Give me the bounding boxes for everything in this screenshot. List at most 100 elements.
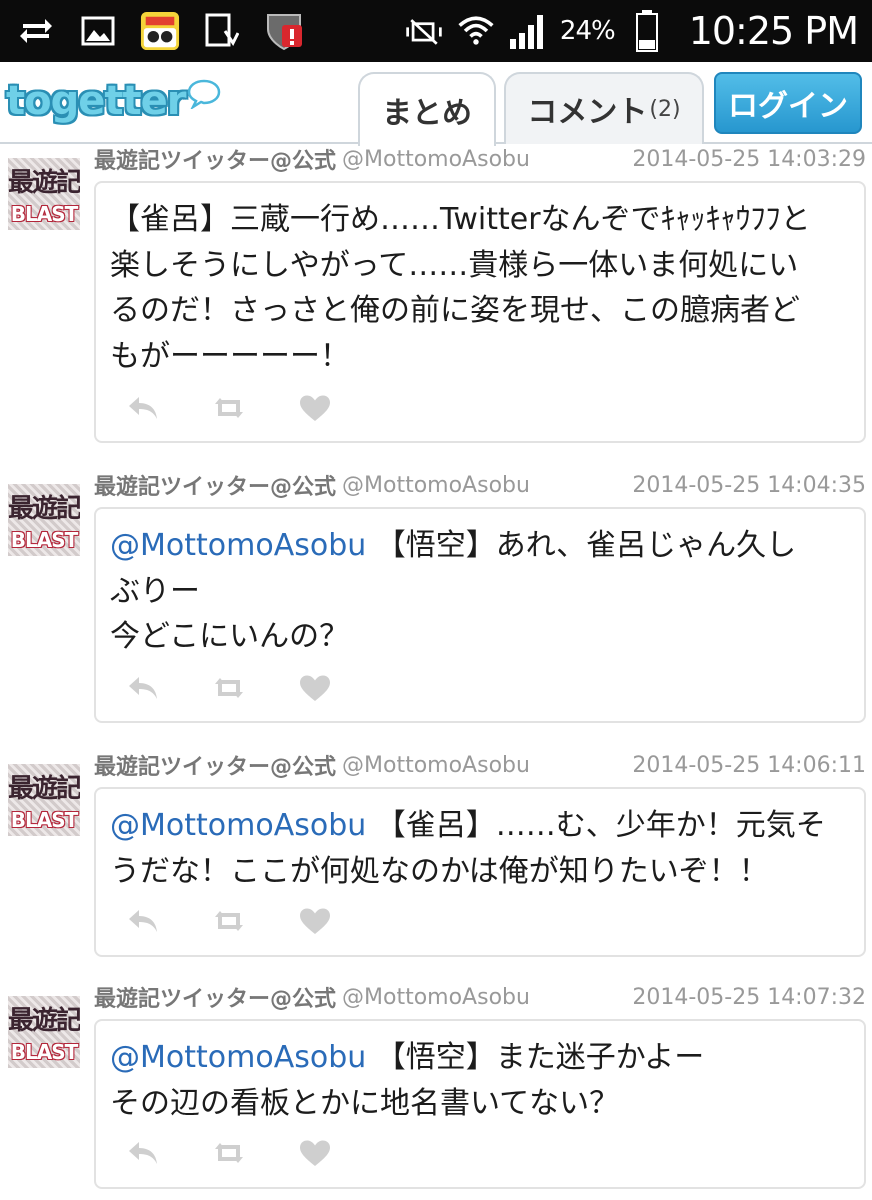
- tweet-actions: [126, 1138, 332, 1168]
- tweet-meta: 最遊記ツイッター@公式 @MottomoAsobu 2014-05-25 14:…: [94, 468, 866, 502]
- avatar-top-text: 最遊記: [8, 494, 80, 524]
- author-handle[interactable]: @MottomoAsobu: [342, 985, 530, 1010]
- mention-link[interactable]: @MottomoAsobu: [110, 1040, 366, 1075]
- speech-bubble-icon: [188, 79, 221, 109]
- tweet-timestamp[interactable]: 2014-05-25 14:06:11: [632, 753, 866, 778]
- author-handle[interactable]: @MottomoAsobu: [342, 147, 530, 172]
- togetter-logo[interactable]: togetter: [6, 76, 221, 126]
- reply-icon[interactable]: [126, 673, 160, 703]
- favorite-icon[interactable]: [298, 1138, 332, 1168]
- tweet-card: @MottomoAsobu 【雀呂】……む、少年か！元気そうだな！ここが何処なの…: [94, 787, 866, 957]
- status-bar: 24% 10:25 PM: [0, 0, 872, 62]
- favorite-icon[interactable]: [298, 673, 332, 703]
- app-icon: [140, 11, 180, 51]
- tweet-line: もがーーーーー！: [110, 334, 852, 380]
- avatar-top-text: 最遊記: [8, 1006, 80, 1036]
- wifi-icon: [456, 11, 496, 51]
- tweet-line: その辺の看板とかに地名書いてない？: [110, 1081, 852, 1127]
- favorite-icon[interactable]: [298, 906, 332, 936]
- tweet-line-text: 【雀呂】三蔵一行め……Twitterなんぞでｷｬｯｷｬｳﾌﾌと: [110, 202, 811, 237]
- mention-link[interactable]: @MottomoAsobu: [110, 528, 366, 563]
- login-button[interactable]: ログイン: [714, 72, 862, 134]
- retweet-icon[interactable]: [212, 393, 246, 423]
- tweet-line: @MottomoAsobu 【悟空】また迷子かよー: [110, 1035, 852, 1081]
- avatar-bottom-text: BLAST: [10, 528, 79, 552]
- shield-alert-icon: [264, 11, 304, 51]
- battery-percent: 24%: [559, 16, 616, 46]
- tweet-line: うだな！ここが何処なのかは俺が知りたいぞ！！: [110, 849, 852, 895]
- tweet-actions: [126, 906, 332, 936]
- avatar-top-text: 最遊記: [8, 774, 80, 804]
- avatar[interactable]: 最遊記 BLAST: [8, 158, 80, 230]
- avatar[interactable]: 最遊記 BLAST: [8, 764, 80, 836]
- tweet-text: @MottomoAsobu 【悟空】また迷子かよーその辺の看板とかに地名書いてな…: [110, 1035, 852, 1126]
- tweet-line-text: その辺の看板とかに地名書いてない？: [110, 1085, 620, 1121]
- avatar-bottom-text: BLAST: [10, 808, 79, 832]
- tweet-line-text: るのだ！さっさと俺の前に姿を現せ、この臆病者ど: [110, 293, 800, 328]
- avatar[interactable]: 最遊記 BLAST: [8, 484, 80, 556]
- tweet-actions: [126, 673, 332, 703]
- gallery-icon: [78, 11, 118, 51]
- battery-icon: [627, 10, 667, 52]
- retweet-icon[interactable]: [212, 673, 246, 703]
- tweet-line-text: うだな！ここが何処なのかは俺が知りたいぞ！！: [110, 853, 769, 889]
- author-handle[interactable]: @MottomoAsobu: [342, 753, 530, 778]
- tweet-line: 今どこにいんの？: [110, 614, 852, 660]
- download-icon: [202, 11, 242, 51]
- tweet-text: @MottomoAsobu 【悟空】あれ、雀呂じゃん久しぶりー今どこにいんの？: [110, 523, 852, 660]
- tweet-line: 楽しそうにしやがって……貴様ら一体いま何処にい: [110, 243, 852, 289]
- retweet-icon[interactable]: [212, 906, 246, 936]
- tweet-timestamp[interactable]: 2014-05-25 14:04:35: [632, 473, 866, 498]
- tweet-line-text: ぶりー: [110, 573, 200, 609]
- reply-icon[interactable]: [126, 1138, 160, 1168]
- clock: 10:25 PM: [688, 9, 859, 53]
- tweet-line: @MottomoAsobu 【悟空】あれ、雀呂じゃん久し: [110, 523, 852, 569]
- avatar-bottom-text: BLAST: [10, 202, 79, 226]
- tweet-text: 【雀呂】三蔵一行め……Twitterなんぞでｷｬｯｷｬｳﾌﾌと 楽しそうにしやがっ…: [110, 197, 852, 379]
- tab-matome-label: まとめ: [382, 96, 472, 131]
- tweet-line: ぶりー: [110, 569, 852, 615]
- tweet-line-text: 【悟空】あれ、雀呂じゃん久し: [366, 528, 797, 563]
- tweet-text: @MottomoAsobu 【雀呂】……む、少年か！元気そうだな！ここが何処なの…: [110, 803, 852, 894]
- tab-matome[interactable]: まとめ: [358, 72, 496, 146]
- author-name[interactable]: 最遊記ツイッター@公式: [94, 981, 336, 1013]
- comment-count: (2): [649, 96, 681, 122]
- signal-icon: [508, 11, 548, 51]
- author-handle[interactable]: @MottomoAsobu: [342, 473, 530, 498]
- tweet-line: 【雀呂】三蔵一行め……Twitterなんぞでｷｬｯｷｬｳﾌﾌと: [110, 197, 852, 243]
- tweet-meta: 最遊記ツイッター@公式 @MottomoAsobu 2014-05-25 14:…: [94, 980, 866, 1014]
- tweet-card: @MottomoAsobu 【悟空】あれ、雀呂じゃん久しぶりー今どこにいんの？: [94, 507, 866, 723]
- avatar[interactable]: 最遊記 BLAST: [8, 996, 80, 1068]
- mute-icon: [404, 11, 444, 51]
- avatar-bottom-text: BLAST: [10, 1040, 79, 1064]
- tab-comment[interactable]: コメント (2): [504, 72, 704, 144]
- tweet-line-text: 【悟空】また迷子かよー: [366, 1040, 705, 1075]
- tweet-meta: 最遊記ツイッター@公式 @MottomoAsobu 2014-05-25 14:…: [94, 748, 866, 782]
- tweet-line: @MottomoAsobu 【雀呂】……む、少年か！元気そ: [110, 803, 852, 849]
- author-name[interactable]: 最遊記ツイッター@公式: [94, 143, 336, 175]
- tweet-line-text: 今どこにいんの？: [110, 619, 350, 654]
- tweet-card: 【雀呂】三蔵一行め……Twitterなんぞでｷｬｯｷｬｳﾌﾌと 楽しそうにしやがっ…: [94, 181, 866, 443]
- author-name[interactable]: 最遊記ツイッター@公式: [94, 469, 336, 501]
- sync-icon: [16, 11, 56, 51]
- mention-link[interactable]: @MottomoAsobu: [110, 808, 366, 843]
- tweet-timestamp[interactable]: 2014-05-25 14:03:29: [632, 147, 866, 172]
- tweet-line: るのだ！さっさと俺の前に姿を現せ、この臆病者ど: [110, 288, 852, 334]
- tab-comment-label: コメント: [527, 95, 648, 130]
- favorite-icon[interactable]: [298, 393, 332, 423]
- retweet-icon[interactable]: [212, 1138, 246, 1168]
- tweet-card: @MottomoAsobu 【悟空】また迷子かよーその辺の看板とかに地名書いてな…: [94, 1019, 866, 1189]
- tweet-line-text: 楽しそうにしやがって……貴様ら一体いま何処にい: [110, 247, 799, 283]
- reply-icon[interactable]: [126, 393, 160, 423]
- tweet-line-text: もがーーーーー！: [110, 338, 350, 374]
- tweet-timestamp[interactable]: 2014-05-25 14:07:32: [632, 985, 866, 1010]
- app-header: togetter まとめ コメント (2) ログイン: [0, 62, 872, 146]
- tweet-line-text: 【雀呂】……む、少年か！元気そ: [366, 808, 826, 843]
- logo-text: togetter: [6, 78, 186, 124]
- tweet-actions: [126, 393, 332, 423]
- tweet-meta: 最遊記ツイッター@公式 @MottomoAsobu 2014-05-25 14:…: [94, 142, 866, 176]
- reply-icon[interactable]: [126, 906, 160, 936]
- avatar-top-text: 最遊記: [8, 168, 80, 198]
- author-name[interactable]: 最遊記ツイッター@公式: [94, 749, 336, 781]
- login-label: ログイン: [728, 89, 848, 124]
